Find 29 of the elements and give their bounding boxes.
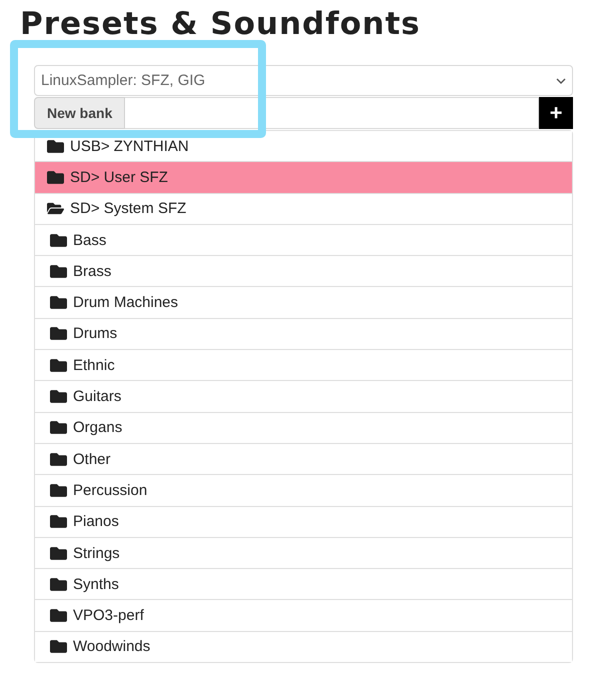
folder-icon — [50, 513, 67, 530]
folder-icon — [50, 450, 67, 468]
folder-icon — [50, 419, 67, 436]
bank-item[interactable]: Synths — [35, 568, 572, 600]
folder-icon — [50, 232, 67, 249]
bank-item[interactable]: Brass — [35, 255, 572, 286]
new-bank-label: New bank — [34, 97, 126, 129]
bank-item[interactable]: USB> ZYNTHIAN — [35, 131, 572, 162]
bank-item[interactable]: Ethnic — [35, 349, 572, 380]
engine-select[interactable]: LinuxSampler: SFZ, GIG — [34, 65, 573, 96]
folder-icon — [50, 638, 67, 656]
page-title: Presets & Soundfonts — [19, 5, 422, 44]
folder-icon — [50, 544, 67, 562]
add-button[interactable]: + — [539, 97, 573, 129]
bank-item[interactable]: SD> User SFZ — [35, 161, 572, 193]
bank-item[interactable]: Woodwinds — [35, 630, 572, 662]
folder-icon — [47, 138, 64, 155]
folder-icon — [50, 607, 67, 624]
bank-item[interactable]: Other — [35, 442, 572, 474]
folder-icon — [50, 356, 67, 374]
chevron-icon — [556, 76, 566, 86]
bank-name-field[interactable] — [125, 97, 539, 129]
folder-icon — [50, 325, 67, 342]
folder-icon — [50, 576, 67, 593]
folder-icon — [47, 168, 64, 186]
folder-icon — [50, 388, 67, 406]
folder-icon — [50, 294, 67, 312]
folder-icon — [50, 482, 67, 499]
folder-icon — [50, 262, 67, 280]
